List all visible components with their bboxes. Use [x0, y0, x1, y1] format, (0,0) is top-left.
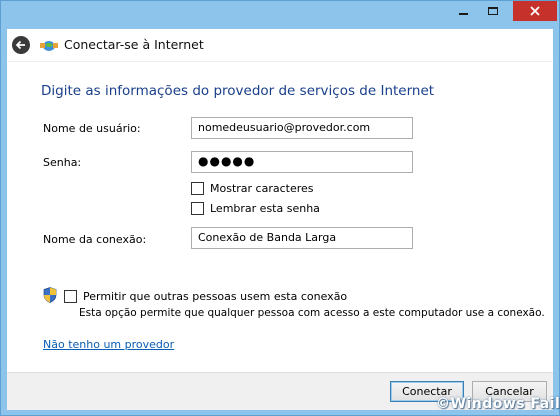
wizard-header: Conectar-se à Internet: [7, 29, 553, 61]
maximize-icon: [488, 7, 498, 15]
remember-password-label: Lembrar esta senha: [210, 201, 320, 215]
allow-others-label: Permitir que outras pessoas usem esta co…: [83, 290, 348, 303]
back-arrow-icon: [15, 40, 25, 50]
network-connection-icon: [40, 41, 58, 51]
show-characters-option[interactable]: Mostrar caracteres: [191, 181, 314, 195]
dialog-window: Conectar-se à Internet Digite as informa…: [0, 0, 560, 416]
allow-others-option[interactable]: Permitir que outras pessoas usem esta co…: [64, 290, 347, 303]
connection-name-input[interactable]: Conexão de Banda Larga: [191, 227, 413, 249]
username-label: Nome de usuário:: [43, 122, 141, 135]
username-input[interactable]: nomedeusuario@provedor.com: [191, 117, 413, 139]
back-button[interactable]: [12, 36, 30, 54]
uac-shield-icon: [43, 287, 57, 303]
remember-password-checkbox[interactable]: [191, 201, 204, 215]
allow-others-checkbox[interactable]: [64, 290, 77, 303]
show-characters-label: Mostrar caracteres: [210, 181, 314, 195]
close-button[interactable]: [513, 1, 557, 21]
watermark: ©Windows Fail: [436, 396, 560, 412]
title-bar: [1, 1, 559, 29]
close-icon: [530, 6, 540, 16]
no-provider-link[interactable]: Não tenho um provedor: [43, 338, 174, 351]
page-heading: Digite as informações do provedor de ser…: [41, 83, 435, 99]
minimize-button[interactable]: [449, 1, 477, 21]
connection-name-label: Nome da conexão:: [43, 233, 147, 246]
password-input[interactable]: ●●●●●: [191, 151, 413, 173]
wizard-content: Digite as informações do provedor de ser…: [7, 61, 553, 372]
remember-password-option[interactable]: Lembrar esta senha: [191, 201, 320, 215]
password-label: Senha:: [43, 156, 82, 169]
allow-others-description: Esta opção permite que qualquer pessoa c…: [79, 307, 545, 319]
wizard-title: Conectar-se à Internet: [64, 37, 204, 52]
maximize-button[interactable]: [479, 1, 507, 21]
show-characters-checkbox[interactable]: [191, 181, 204, 195]
minimize-icon: [458, 13, 468, 15]
